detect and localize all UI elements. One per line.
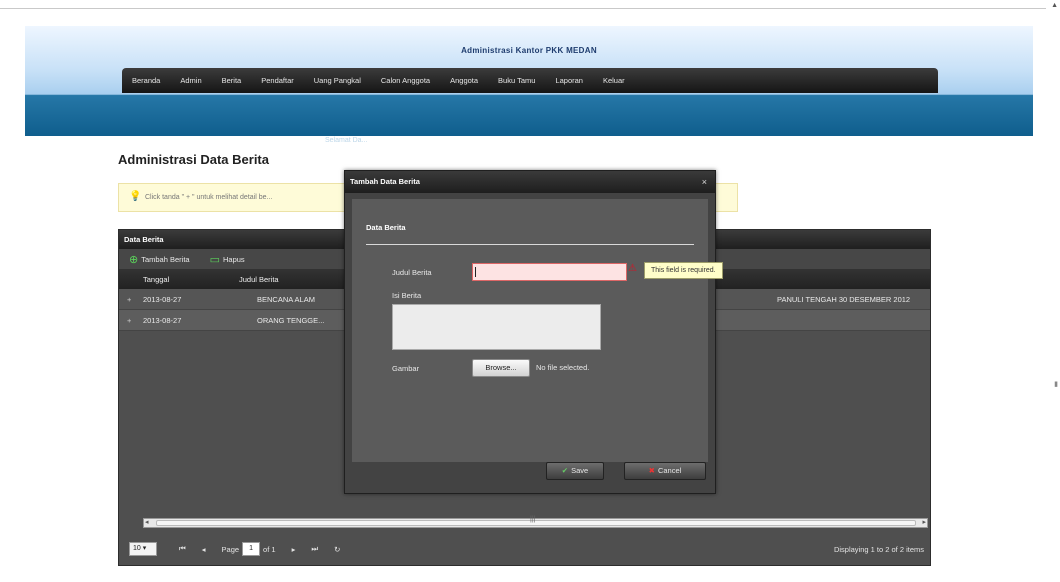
column-header-tanggal[interactable]: Tanggal [119,275,227,284]
cancel-button[interactable]: ✖ Cancel [624,462,706,480]
expand-row-icon[interactable]: + [119,316,137,325]
page-of-label: of 1 [263,544,276,554]
lightbulb-icon: 💡 [129,191,142,202]
menu-item-laporan[interactable]: Laporan [555,76,583,85]
next-page-icon[interactable]: ▸ [292,545,296,554]
judul-berita-input[interactable] [472,263,627,281]
close-icon[interactable]: × [702,171,707,193]
page-size-select[interactable]: 10 ▾ [129,542,157,556]
grid-horizontal-scrollbar[interactable]: ◂ ||| ▸ [143,516,928,528]
last-page-icon[interactable]: ⏭ [311,544,318,554]
no-file-text: No file selected. [536,363,590,372]
menu-item-buku-tamu[interactable]: Buku Tamu [498,76,535,85]
refresh-icon[interactable]: ↻ [334,545,340,554]
add-berita-label: Tambah Berita [141,254,190,264]
delete-icon: ▭ [209,253,220,266]
browse-button[interactable]: Browse... [472,359,530,377]
row-judul-continued: PANULI TENGAH 30 DESEMBER 2012 [777,294,911,304]
checkmark-icon: ✔ [561,466,569,475]
warning-icon: ⚠ [628,263,637,274]
menu-item-berita[interactable]: Berita [222,76,242,85]
scroll-up-arrow-icon[interactable]: ▲ [1051,2,1058,9]
add-berita-button[interactable]: ⊕ Tambah Berita [129,253,190,266]
grid-pager: 10 ▾ ⏮ ◂ Page 1 of 1 ▸ ⏭ ↻ Displaying 1 … [119,534,930,564]
add-icon: ⊕ [129,253,139,266]
scroll-grip-icon: ||| [530,516,536,523]
scroll-thumb-icon[interactable]: ▮ [1054,380,1058,388]
delete-button[interactable]: ▭ Hapus [210,253,245,266]
save-button[interactable]: ✔ Save [546,462,604,480]
page-size-value: 10 [133,545,141,552]
dialog-title: Tambah Data Berita [345,171,715,193]
menu-item-calon-anggota[interactable]: Calon Anggota [381,76,430,85]
validation-tooltip: This field is required. [644,262,723,279]
cancel-label: Cancel [657,466,682,475]
info-text: Click tanda " + " untuk melihat detail b… [145,194,273,201]
welcome-text: Selamat Da... [325,137,368,144]
scroll-right-arrow-icon[interactable]: ▸ [922,518,926,526]
dialog-body: Data Berita Judul Berita ⚠ This field is… [352,199,723,462]
page-title: Administrasi Data Berita [118,152,269,167]
scroll-thumb[interactable] [156,520,916,526]
menu-item-admin[interactable]: Admin [180,76,201,85]
text-caret [475,267,476,277]
pager-display-info: Displaying 1 to 2 of 2 items [833,544,924,554]
judul-berita-label: Judul Berita [392,268,432,277]
page-vertical-scrollbar[interactable]: ▲ ▮ [1048,0,1060,582]
form-section-title: Data Berita [366,223,406,232]
section-divider [366,244,694,245]
first-page-icon[interactable]: ⏮ [179,544,186,554]
menu-item-anggota[interactable]: Anggota [450,76,478,85]
isi-berita-textarea[interactable] [392,304,601,350]
menu-item-beranda[interactable]: Beranda [132,76,160,85]
delete-label: Hapus [222,254,245,264]
save-label: Save [571,466,589,475]
column-header-judul[interactable]: Judul Berita [227,275,279,284]
isi-berita-label: Isi Berita [392,291,422,300]
add-berita-dialog: Tambah Data Berita × Data Berita Judul B… [344,170,723,494]
row-tanggal: 2013-08-27 [143,315,182,325]
menu-item-pendaftar[interactable]: Pendaftar [261,76,294,85]
menu-item-uang-pangkal[interactable]: Uang Pangkal [314,76,361,85]
menu-item-keluar[interactable]: Keluar [603,76,625,85]
prev-page-icon[interactable]: ◂ [202,545,206,554]
cancel-icon: ✖ [648,466,655,475]
gambar-label: Gambar [392,364,420,373]
page-label: Page [221,544,240,554]
window-top-border [0,8,1046,9]
main-menu: Beranda Admin Berita Pendaftar Uang Pang… [122,68,938,93]
page-number-input[interactable]: 1 [242,542,261,556]
scroll-left-arrow-icon[interactable]: ◂ [145,518,149,526]
row-tanggal: 2013-08-27 [143,294,182,304]
expand-row-icon[interactable]: + [119,295,137,304]
site-title: Administrasi Kantor PKK MEDAN [461,46,597,55]
